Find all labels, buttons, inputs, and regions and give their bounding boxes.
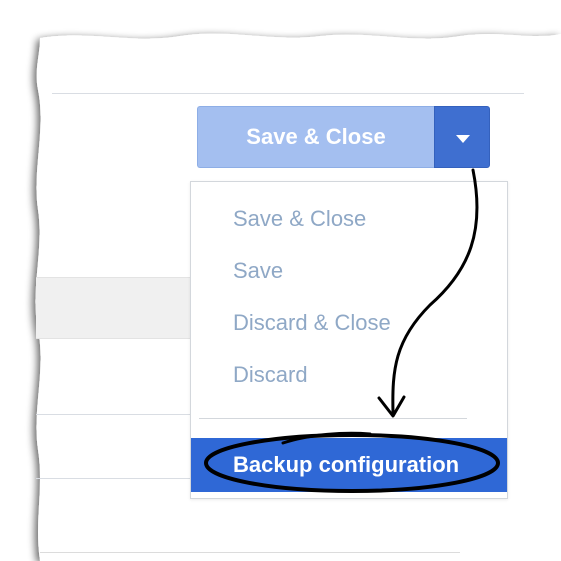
header-divider	[52, 93, 524, 94]
menu-item-save-close[interactable]: Save & Close	[233, 206, 366, 232]
save-close-split-button[interactable]: Save & Close	[197, 106, 490, 168]
save-close-button[interactable]: Save & Close	[197, 106, 434, 168]
background-row-divider	[36, 414, 196, 415]
background-bottom-divider	[40, 552, 460, 553]
menu-item-save[interactable]: Save	[233, 258, 283, 284]
dropdown-toggle-button[interactable]	[434, 106, 490, 168]
save-options-menu: Save & Close Save Discard & Close Discar…	[190, 181, 508, 499]
menu-item-discard-close[interactable]: Discard & Close	[233, 310, 391, 336]
menu-item-label: Backup configuration	[233, 452, 460, 477]
menu-item-discard[interactable]: Discard	[233, 362, 308, 388]
menu-item-backup-configuration[interactable]: Backup configuration	[191, 438, 507, 492]
background-row-shaded	[36, 277, 196, 339]
menu-separator	[199, 418, 467, 419]
background-row-divider	[36, 478, 196, 479]
chevron-down-icon	[456, 135, 470, 143]
